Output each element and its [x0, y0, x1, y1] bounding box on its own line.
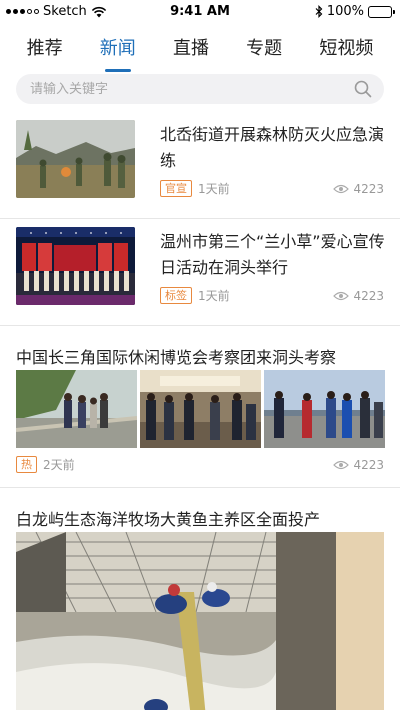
search-icon[interactable]	[354, 80, 372, 98]
view-count: 4223	[333, 182, 384, 196]
news-title: 中国长三角国际休闲博览会考察团来洞头考察	[16, 348, 337, 367]
news-meta: 热 2天前	[16, 456, 75, 473]
battery-percent: 100%	[326, 4, 364, 19]
news-meta: 官宣 1天前	[160, 180, 230, 197]
news-image-row	[16, 370, 385, 448]
view-count-value: 4223	[353, 458, 384, 472]
tab-live[interactable]: 直播	[173, 30, 209, 66]
bluetooth-icon	[315, 5, 323, 18]
view-count: 4223	[333, 458, 384, 472]
news-badge: 标签	[160, 287, 192, 304]
news-time: 1天前	[198, 289, 230, 303]
battery-icon	[368, 5, 395, 18]
battery-area: 100%	[315, 4, 395, 19]
news-badge: 官宣	[160, 180, 192, 197]
news-item[interactable]: 白龙屿生态海洋牧场大黄鱼主养区全面投产	[0, 488, 400, 710]
news-thumbnail	[16, 227, 135, 305]
search-input[interactable]	[16, 74, 384, 104]
news-item[interactable]: 中国长三角国际休闲博览会考察团来洞头考察 热 2天前 4223	[0, 326, 400, 488]
news-item[interactable]: 温州市第三个“兰小草”爱心宣传日活动在洞头举行 标签 1天前 4223	[0, 219, 400, 326]
news-cover-image	[16, 532, 384, 710]
news-list: 北岙街道开展森林防灭火应急演练 官宣 1天前 4223 温州市第三个“兰小草”爱…	[0, 112, 400, 710]
view-count: 4223	[333, 289, 384, 303]
tab-topics[interactable]: 专题	[246, 30, 282, 66]
news-thumbnail	[16, 370, 137, 448]
eye-icon	[333, 291, 350, 301]
news-title: 北岙街道开展森林防灭火应急演练	[160, 125, 385, 170]
status-bar: Sketch 9:41 AM 100%	[0, 0, 400, 24]
view-count-value: 4223	[353, 182, 384, 196]
tab-short-video[interactable]: 短视频	[319, 30, 373, 66]
eye-icon	[333, 184, 350, 194]
tab-news[interactable]: 新闻	[100, 30, 136, 66]
news-time: 2天前	[43, 458, 75, 472]
search-bar	[16, 74, 384, 104]
news-thumbnail	[264, 370, 385, 448]
eye-icon	[333, 460, 350, 470]
news-meta: 标签 1天前	[160, 287, 230, 304]
news-title: 温州市第三个“兰小草”爱心宣传日活动在洞头举行	[160, 232, 385, 277]
channel-tabs: 推荐 新闻 直播 专题 短视频	[0, 30, 400, 66]
news-thumbnail	[140, 370, 261, 448]
news-badge: 热	[16, 456, 37, 473]
news-title: 白龙屿生态海洋牧场大黄鱼主养区全面投产	[16, 510, 321, 529]
view-count-value: 4223	[353, 289, 384, 303]
news-item[interactable]: 北岙街道开展森林防灭火应急演练 官宣 1天前 4223	[0, 112, 400, 219]
news-time: 1天前	[198, 182, 230, 196]
tab-recommend[interactable]: 推荐	[27, 30, 63, 66]
news-thumbnail	[16, 120, 135, 198]
